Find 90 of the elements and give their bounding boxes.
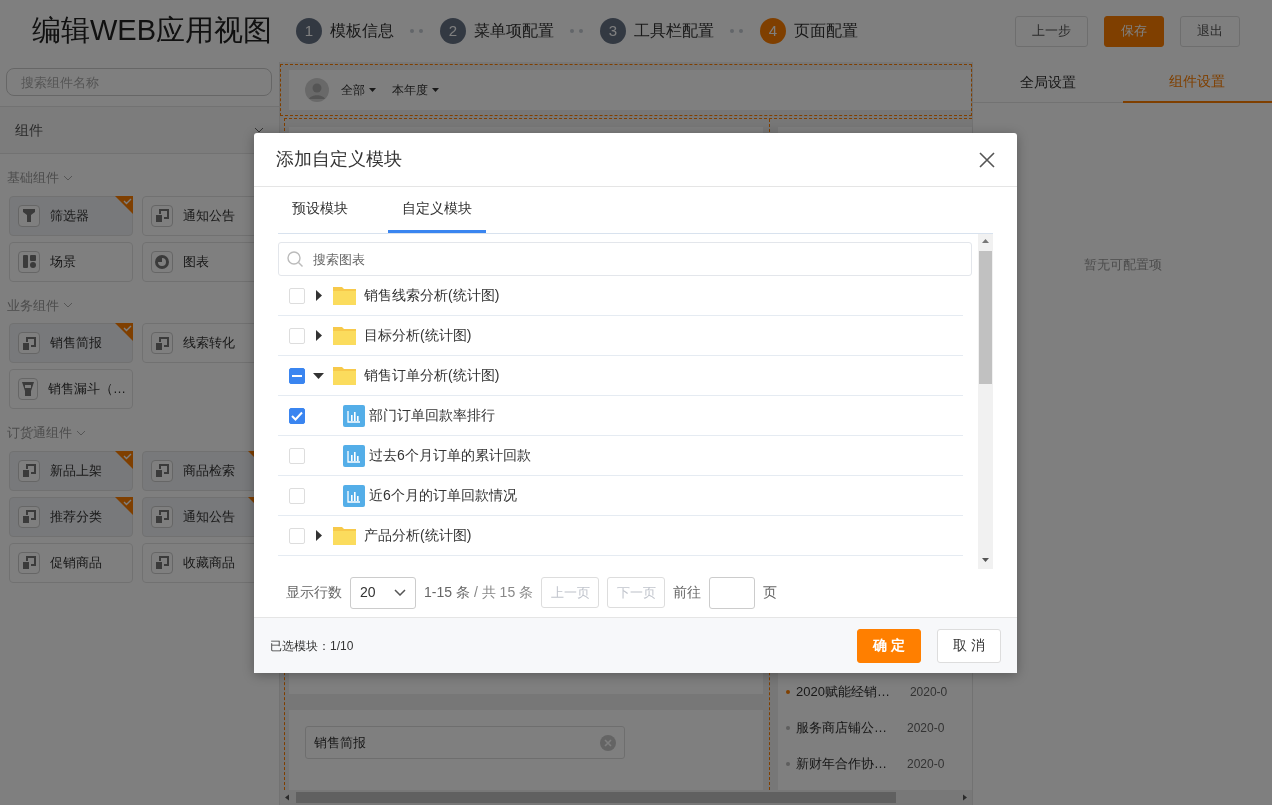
search-field[interactable]: 搜索图表 bbox=[278, 242, 972, 276]
tab[interactable]: 预设模块 bbox=[278, 186, 362, 233]
checkbox[interactable] bbox=[289, 367, 305, 384]
page-size-select[interactable]: 20 bbox=[350, 576, 416, 609]
funnel-icon bbox=[18, 378, 38, 400]
chevron-down-icon[interactable] bbox=[63, 302, 73, 309]
step-label: 页面配置 bbox=[794, 21, 858, 41]
step-number: 2 bbox=[440, 18, 466, 44]
caret-down-icon[interactable] bbox=[313, 371, 325, 380]
caret-icon bbox=[369, 88, 376, 92]
checkbox[interactable] bbox=[289, 407, 305, 424]
settings-tab[interactable]: 全局设置 bbox=[973, 62, 1123, 103]
step-number: 1 bbox=[296, 18, 322, 44]
check-corner-icon bbox=[115, 323, 133, 341]
tree-item-label[interactable]: 产品分析(统计图) bbox=[364, 525, 472, 546]
module-icon bbox=[151, 204, 173, 227]
selected-count: 已选模块：1/10 bbox=[270, 637, 354, 655]
news-date: 2020-0 bbox=[907, 756, 945, 773]
page-range: 1-15 条 bbox=[424, 583, 470, 602]
pie-chart-icon bbox=[151, 250, 173, 273]
tree-item-label[interactable]: 目标分析(统计图) bbox=[364, 325, 472, 346]
search-icon bbox=[287, 251, 304, 268]
step-label: 模板信息 bbox=[330, 21, 394, 41]
component-card[interactable]: 推荐分类 bbox=[9, 496, 133, 537]
module-icon bbox=[18, 459, 40, 482]
caret-right-icon[interactable] bbox=[313, 530, 325, 541]
bar-chart-icon bbox=[343, 484, 365, 507]
module-icon bbox=[151, 505, 173, 528]
step-number: 3 bbox=[600, 18, 626, 44]
goto-label: 前往 bbox=[673, 583, 702, 602]
filter-dropdown[interactable]: 全部 bbox=[341, 81, 376, 99]
vertical-scrollbar[interactable] bbox=[978, 234, 993, 569]
news-date: 2020-0 bbox=[909, 684, 948, 701]
component-card[interactable]: 销售漏斗（… bbox=[9, 369, 133, 409]
clear-icon[interactable] bbox=[600, 734, 616, 751]
module-icon bbox=[18, 551, 40, 574]
tree-item-label[interactable]: 部门订单回款率排行 bbox=[369, 405, 495, 426]
close-icon[interactable] bbox=[979, 151, 995, 168]
chevron-down-icon[interactable] bbox=[63, 174, 73, 181]
layout-icon bbox=[18, 250, 40, 273]
tree-item-label[interactable]: 销售订单分析(统计图) bbox=[364, 365, 500, 386]
step-label: 菜单项配置 bbox=[474, 21, 554, 41]
chevron-down-icon bbox=[254, 127, 264, 133]
caret-right-icon[interactable] bbox=[313, 290, 325, 301]
chevron-down-icon bbox=[394, 589, 406, 596]
folder-icon bbox=[333, 286, 356, 305]
filter-icon bbox=[18, 204, 40, 227]
news-title[interactable]: 2020赋能经销… bbox=[796, 682, 890, 702]
filter-dropdown[interactable]: 本年度 bbox=[392, 81, 439, 99]
component-card[interactable]: 筛选器 bbox=[9, 195, 133, 236]
page-input[interactable] bbox=[709, 576, 756, 609]
module-icon bbox=[151, 459, 173, 482]
step-number: 4 bbox=[760, 18, 786, 44]
component-card[interactable]: 促销商品 bbox=[9, 542, 133, 583]
page-title: 编辑WEB应用视图 bbox=[32, 13, 272, 49]
tree-item-label[interactable]: 销售线索分析(统计图) bbox=[364, 285, 500, 306]
step-label: 工具栏配置 bbox=[634, 21, 714, 41]
caret-right-icon[interactable] bbox=[313, 330, 325, 341]
input-field[interactable]: 销售简报 bbox=[305, 726, 625, 759]
tree-item-label[interactable]: 近6个月的订单回款情况 bbox=[369, 485, 517, 506]
rows-label: 显示行数 bbox=[286, 583, 342, 602]
module-icon bbox=[151, 332, 173, 354]
check-corner-icon bbox=[115, 195, 133, 214]
folder-icon bbox=[333, 326, 356, 345]
avatar-icon bbox=[305, 78, 329, 102]
module-icon bbox=[151, 551, 173, 574]
news-title[interactable]: 服务商店铺公… bbox=[796, 718, 887, 738]
check-corner-icon bbox=[115, 496, 133, 515]
news-date: 2020-0 bbox=[907, 720, 945, 737]
confirm-button[interactable]: 确 定 bbox=[857, 628, 921, 663]
component-card[interactable]: 新品上架 bbox=[9, 450, 133, 491]
news-title[interactable]: 新财年合作协… bbox=[796, 754, 887, 774]
check-corner-icon bbox=[115, 450, 133, 469]
tree-item-label[interactable]: 过去6个月订单的累计回款 bbox=[369, 445, 531, 466]
header-button[interactable]: 退出 bbox=[1180, 15, 1240, 47]
page-suffix: 页 bbox=[763, 583, 778, 602]
folder-icon bbox=[333, 526, 356, 545]
dialog-title: 添加自定义模块 bbox=[276, 148, 402, 171]
folder-icon bbox=[333, 366, 356, 385]
component-card[interactable]: 场景 bbox=[9, 241, 133, 282]
cancel-button[interactable]: 取 消 bbox=[937, 628, 1001, 663]
chevron-down-icon[interactable] bbox=[76, 429, 86, 436]
caret-icon bbox=[432, 88, 439, 92]
module-icon bbox=[18, 505, 40, 528]
bar-chart-icon bbox=[343, 444, 365, 467]
bar-chart-icon bbox=[343, 404, 365, 427]
module-icon bbox=[18, 332, 40, 354]
component-card[interactable]: 销售简报 bbox=[9, 323, 133, 363]
page-total: / 共 15 条 bbox=[473, 583, 534, 602]
tab[interactable]: 自定义模块 bbox=[388, 186, 486, 233]
